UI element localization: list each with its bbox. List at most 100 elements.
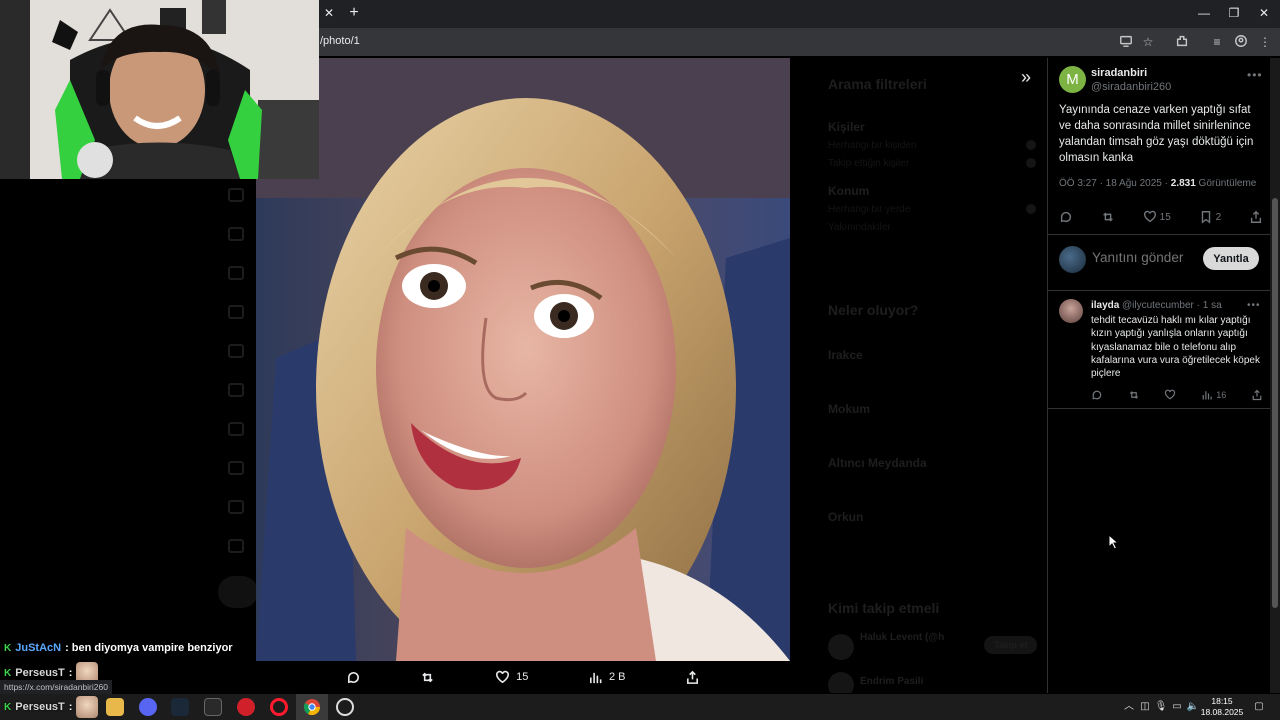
network-icon[interactable]: ▭ — [1170, 700, 1184, 714]
new-tab-icon[interactable]: + — [346, 4, 362, 22]
repost-action[interactable] — [420, 670, 435, 685]
tweet-reply-button[interactable] — [1059, 210, 1073, 224]
url-text[interactable]: /photo/1 — [320, 35, 360, 47]
kick-badge-icon: K — [4, 642, 12, 654]
filter-anyone-radio — [1026, 140, 1036, 150]
tweet-more-icon[interactable]: ••• — [1247, 68, 1263, 82]
trending-title: Neler oluyor? — [828, 302, 919, 318]
verified-orgs-icon — [228, 461, 244, 475]
views-action[interactable]: 2 B — [588, 670, 626, 685]
reply-submit-button[interactable]: Yanıtla — [1203, 247, 1259, 270]
filter-location: Konum — [828, 184, 870, 198]
tweet-bookmark-button[interactable]: 2 — [1199, 210, 1222, 224]
follow-avatar-2 — [828, 672, 854, 693]
communities-icon — [228, 383, 244, 397]
tweet-like-button[interactable]: 15 — [1143, 210, 1171, 224]
mouse-cursor-icon — [1108, 534, 1120, 550]
close-tab-icon[interactable]: ✕ — [322, 6, 336, 20]
reply-author-name[interactable]: ilayda — [1091, 300, 1119, 311]
view-count: 2 B — [608, 671, 626, 683]
tweet-detail-panel: M siradanbiri @siradanbiri260 ••• Yayını… — [1047, 58, 1270, 693]
scrollbar-thumb[interactable] — [1272, 198, 1278, 608]
tweet-time[interactable]: ÖÖ 3:27 · 18 Ağu 2025 · — [1059, 178, 1171, 189]
install-app-icon[interactable] — [1118, 34, 1134, 50]
opera-icon[interactable] — [270, 698, 288, 716]
scrollbar[interactable] — [1270, 58, 1280, 693]
reply-reply-button[interactable] — [1091, 389, 1103, 401]
restore-icon[interactable]: ❐ — [1224, 4, 1244, 22]
tweet-photo[interactable] — [256, 58, 790, 661]
heart-icon — [496, 670, 510, 683]
profile-nav-icon — [228, 500, 244, 514]
like-action[interactable]: 15 — [495, 670, 528, 685]
current-user-avatar[interactable] — [1059, 246, 1086, 273]
close-window-icon[interactable]: ✕ — [1254, 4, 1274, 22]
author-name[interactable]: siradanbiri — [1091, 67, 1147, 79]
minimize-icon[interactable]: — — [1194, 4, 1214, 22]
bookmarks-icon — [228, 305, 244, 319]
follow-name-1: Haluk Levent (@h — [860, 632, 945, 643]
share-action[interactable] — [685, 670, 700, 685]
bookmark-icon — [1201, 211, 1210, 224]
collapse-panel-icon[interactable]: » — [1016, 68, 1036, 88]
microphone-icon[interactable]: 🎙 — [1154, 700, 1168, 714]
steam-icon[interactable] — [171, 698, 189, 716]
tweet-bookmark-count: 2 — [1215, 211, 1222, 223]
filters-title: Arama filtreleri — [828, 76, 927, 92]
extensions-icon[interactable] — [1174, 34, 1190, 50]
chat-text-1: : ben diyomya vampire benziyor — [65, 642, 233, 654]
profile-icon[interactable] — [1233, 34, 1249, 50]
tray-overflow-icon[interactable]: ︿ — [1122, 700, 1136, 714]
taskbar-clock[interactable]: 18:15 18.08.2025 — [1199, 696, 1245, 718]
jobs-icon — [228, 344, 244, 358]
heart-icon — [1143, 210, 1156, 223]
tweet-like-count: 15 — [1159, 211, 1171, 223]
trend-item-2: Mokum — [828, 402, 870, 416]
reply-share-button[interactable] — [1251, 389, 1263, 401]
photo-image — [256, 58, 790, 661]
tweet-share-button[interactable] — [1249, 210, 1263, 224]
reply-icon — [1092, 390, 1102, 400]
bookmark-star-icon[interactable]: ☆ — [1140, 34, 1156, 50]
reply-input[interactable] — [1092, 250, 1196, 265]
tray-app-icon[interactable]: ◫ — [1138, 700, 1152, 714]
notifications-icon[interactable]: ▢ — [1252, 700, 1266, 714]
clock-date: 18.08.2025 — [1200, 707, 1244, 717]
trend-item-1: Irakce — [828, 348, 863, 362]
author-handle[interactable]: @siradanbiri260 — [1091, 81, 1171, 93]
epic-games-icon[interactable] — [204, 698, 222, 716]
follow-name-2: Endrim Pasili — [860, 676, 924, 687]
app-red-icon[interactable] — [237, 698, 255, 716]
follow-button-1: Takip et — [984, 636, 1038, 654]
browser-menu-icon[interactable]: ⋮ — [1257, 34, 1273, 50]
chat-username-2: PerseusT — [15, 667, 65, 679]
reply-like-button[interactable] — [1164, 389, 1176, 401]
repost-icon — [1102, 212, 1113, 222]
dimmed-right-sidebar: Arama filtreleri Kişiler Herhangi bir ki… — [790, 58, 1047, 693]
divider — [1048, 234, 1270, 235]
media-control-icon[interactable]: ≡ — [1209, 34, 1225, 50]
reply-views-button[interactable]: 16 — [1201, 389, 1226, 401]
tweet-repost-button[interactable] — [1101, 210, 1115, 224]
follow-avatar-1 — [828, 634, 854, 660]
reply-author-handle[interactable]: @ilycutecumber · 1 sa — [1122, 300, 1222, 311]
discord-icon[interactable] — [139, 698, 157, 716]
windows-taskbar: ︿ ◫ 🎙 ▭ 🔈 18:15 18.08.2025 ▢ — [0, 694, 1280, 720]
divider — [1048, 408, 1270, 409]
reply-action[interactable] — [346, 670, 361, 685]
reply-repost-button[interactable] — [1128, 389, 1140, 401]
repost-icon — [1129, 391, 1138, 399]
reply-author-avatar[interactable] — [1059, 299, 1083, 323]
author-avatar[interactable]: M — [1059, 66, 1086, 93]
webcam-image — [0, 0, 319, 179]
reply-more-icon[interactable]: ••• — [1247, 300, 1261, 311]
file-explorer-icon[interactable] — [106, 698, 124, 716]
share-icon — [1252, 389, 1262, 401]
obs-icon[interactable] — [336, 698, 354, 716]
chrome-taskbar-button[interactable] — [296, 694, 328, 720]
filter-following-radio — [1026, 158, 1036, 168]
messages-icon — [228, 227, 244, 241]
volume-icon[interactable]: 🔈 — [1186, 700, 1200, 714]
views-icon — [1202, 391, 1212, 400]
chat-username-3: PerseusT — [15, 701, 65, 713]
